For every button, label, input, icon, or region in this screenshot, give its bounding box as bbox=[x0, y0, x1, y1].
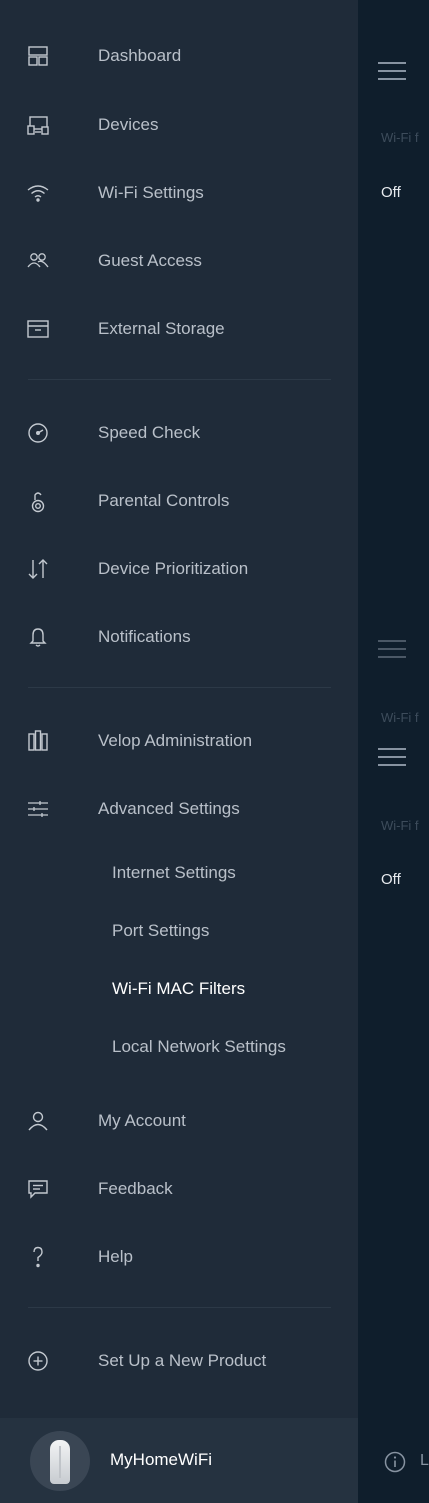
sidebar-item-label: External Storage bbox=[98, 319, 225, 338]
sidebar-item-label: Device Prioritization bbox=[98, 559, 249, 578]
divider bbox=[28, 379, 331, 380]
user-icon bbox=[16, 1099, 60, 1143]
sidebar-item-label: Dashboard bbox=[98, 46, 182, 65]
sidebar-item-label: Speed Check bbox=[98, 423, 201, 442]
sidebar-item-label: Set Up a New Product bbox=[98, 1351, 267, 1370]
setting-label: Wi-Fi f bbox=[381, 710, 419, 725]
network-selector[interactable]: MyHomeWiFi bbox=[0, 1418, 358, 1503]
velop-router-icon bbox=[30, 1431, 90, 1491]
sidebar-item-label: Devices bbox=[98, 115, 159, 134]
sidebar-item-external-storage[interactable]: External Storage bbox=[0, 307, 358, 351]
sidebar-subitem-label: Port Settings bbox=[112, 921, 210, 940]
hamburger-menu-icon[interactable] bbox=[378, 640, 406, 658]
sidebar-item-device-prioritization[interactable]: Device Prioritization bbox=[0, 547, 358, 591]
dashboard-icon bbox=[16, 34, 60, 78]
sidebar-item-set-up-new-product[interactable]: Set Up a New Product bbox=[0, 1339, 358, 1383]
sidebar-item-parental-controls[interactable]: Parental Controls bbox=[0, 479, 358, 523]
sidebar-item-label: Guest Access bbox=[98, 251, 202, 270]
bell-icon bbox=[16, 615, 60, 659]
sidebar-item-wifi-settings[interactable]: Wi-Fi Settings bbox=[0, 171, 358, 215]
external-storage-icon bbox=[16, 307, 60, 351]
speedometer-icon bbox=[16, 411, 60, 455]
hamburger-menu-icon[interactable] bbox=[378, 62, 406, 80]
sidebar-item-label: Advanced Settings bbox=[98, 799, 240, 818]
prioritization-arrows-icon bbox=[16, 547, 60, 591]
sidebar-item-velop-administration[interactable]: Velop Administration bbox=[0, 719, 358, 763]
sidebar-item-my-account[interactable]: My Account bbox=[0, 1099, 358, 1143]
wifi-icon bbox=[16, 171, 60, 215]
sidebar-item-devices[interactable]: Devices bbox=[0, 103, 358, 147]
app-window: Wi-Fi f Off Wi-Fi f Wi-Fi f Off L Dashbo… bbox=[0, 0, 429, 1503]
sliders-icon bbox=[16, 787, 60, 831]
sidebar-menu: Dashboard Devices Wi-Fi Settings Guest A… bbox=[0, 0, 358, 1503]
question-mark-icon bbox=[16, 1235, 60, 1279]
sidebar-subitem-label: Wi-Fi MAC Filters bbox=[112, 979, 246, 998]
sidebar-item-label: Feedback bbox=[98, 1179, 173, 1198]
sidebar-item-speed-check[interactable]: Speed Check bbox=[0, 411, 358, 455]
sidebar-item-help[interactable]: Help bbox=[0, 1235, 358, 1279]
sidebar-item-dashboard[interactable]: Dashboard bbox=[0, 34, 358, 78]
sidebar-item-guest-access[interactable]: Guest Access bbox=[0, 239, 358, 283]
sidebar-item-notifications[interactable]: Notifications bbox=[0, 615, 358, 659]
setting-label: Wi-Fi f bbox=[381, 130, 419, 145]
parental-controls-icon bbox=[16, 479, 60, 523]
sidebar-subitem-label: Local Network Settings bbox=[112, 1037, 286, 1056]
sidebar-item-label: Wi-Fi Settings bbox=[98, 183, 204, 202]
sidebar-subitem-internet-settings[interactable]: Internet Settings bbox=[0, 853, 358, 893]
divider bbox=[28, 687, 331, 688]
sidebar-item-label: My Account bbox=[98, 1111, 186, 1130]
velop-nodes-icon bbox=[16, 719, 60, 763]
hamburger-menu-icon[interactable] bbox=[378, 748, 406, 766]
info-icon[interactable] bbox=[384, 1451, 406, 1473]
sidebar-subitem-port-settings[interactable]: Port Settings bbox=[0, 911, 358, 951]
sidebar-item-feedback[interactable]: Feedback bbox=[0, 1167, 358, 1211]
network-name: MyHomeWiFi bbox=[110, 1450, 212, 1469]
divider bbox=[28, 1307, 331, 1308]
setting-label: Wi-Fi f bbox=[381, 818, 419, 833]
sidebar-subitem-label: Internet Settings bbox=[112, 863, 236, 882]
main-content: Wi-Fi f Off Wi-Fi f Wi-Fi f Off L bbox=[358, 0, 429, 1503]
sidebar-item-label: Parental Controls bbox=[98, 491, 230, 510]
chat-bubble-icon bbox=[16, 1167, 60, 1211]
plus-circle-icon bbox=[16, 1339, 60, 1383]
guest-access-icon bbox=[16, 239, 60, 283]
sidebar-item-label: Velop Administration bbox=[98, 731, 253, 750]
sidebar-item-label: Help bbox=[98, 1247, 133, 1266]
sidebar-subitem-wifi-mac-filters[interactable]: Wi-Fi MAC Filters bbox=[0, 969, 358, 1009]
setting-value: Off bbox=[381, 871, 401, 888]
devices-icon bbox=[16, 103, 60, 147]
info-label: L bbox=[420, 1452, 429, 1469]
sidebar-subitem-local-network-settings[interactable]: Local Network Settings bbox=[0, 1027, 358, 1067]
sidebar-item-advanced-settings[interactable]: Advanced Settings bbox=[0, 787, 358, 831]
setting-value: Off bbox=[381, 184, 401, 201]
sidebar-item-label: Notifications bbox=[98, 627, 191, 646]
